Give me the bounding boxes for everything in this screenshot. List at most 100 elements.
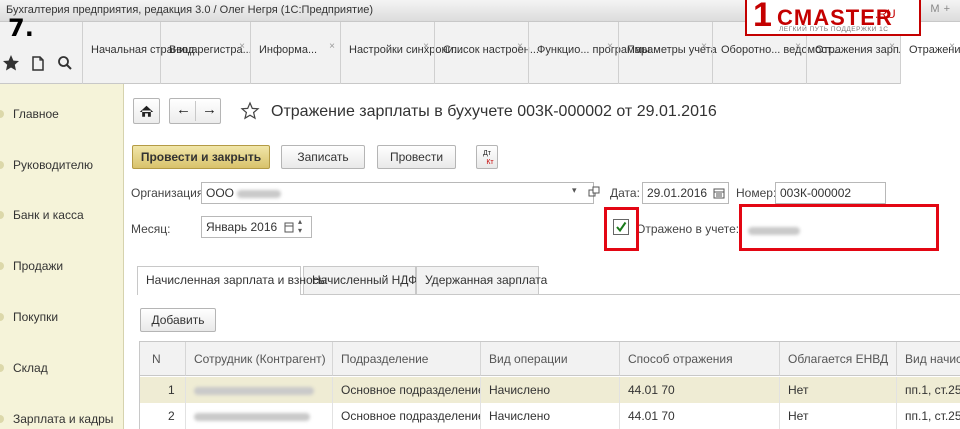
tab-label: Список настроен... [443, 44, 539, 56]
column-header[interactable]: Вид начисл [897, 342, 960, 376]
tab-info[interactable]: Информа... × [250, 22, 340, 84]
calendar-icon[interactable] [713, 187, 725, 199]
post-and-close-button[interactable]: Провести и закрыть [132, 145, 270, 169]
tab-label: Информа... [259, 44, 318, 56]
accruals-table: N Сотрудник (Контрагент) Подразделение В… [139, 341, 960, 429]
cell-operation: Начислено [481, 403, 620, 429]
sidebar-item-label: Покупки [13, 310, 59, 324]
logo-tagline: ЛЕГКИЙ ПУТЬ ПОДДЕРЖКИ 1С [779, 26, 889, 33]
close-icon[interactable]: × [239, 40, 245, 53]
month-picker-icon[interactable] [284, 222, 294, 233]
history-icon[interactable] [27, 52, 49, 74]
month-field[interactable]: Январь 2016 [201, 216, 312, 238]
column-header[interactable]: N [140, 342, 186, 376]
bullet-icon [0, 313, 4, 321]
sidebar-item-sales[interactable]: Продажи [0, 251, 124, 281]
month-up-icon[interactable]: ▴ [298, 217, 302, 226]
logo-one: 1 [753, 0, 772, 34]
star-icon[interactable] [0, 52, 22, 74]
cell-envd: Нет [780, 377, 897, 403]
close-icon[interactable]: × [949, 40, 955, 53]
highlight-box-checkbox [604, 207, 639, 251]
organization-value: ООО [206, 186, 235, 200]
number-value: 003К-000002 [780, 186, 852, 200]
app-window: Бухгалтерия предприятия, редакция 3.0 / … [0, 0, 960, 429]
cell-method: 44.01 70 [620, 377, 780, 403]
sidebar-item-purchases[interactable]: Покупки [0, 302, 124, 332]
dt-kt-button[interactable]: Дт Кт [476, 145, 498, 169]
post-button[interactable]: Провести [377, 145, 456, 169]
column-header[interactable]: Облагается ЕНВД [780, 342, 897, 376]
close-icon[interactable]: × [517, 40, 523, 53]
redacted-text [194, 412, 310, 421]
month-down-icon[interactable]: ▾ [298, 226, 302, 235]
tab-entry[interactable]: Ввод регистра... × [160, 22, 252, 84]
table-row[interactable]: 2 Основное подразделение Начислено 44.01… [140, 403, 960, 429]
cell-kind: пп.1, ст.255 [897, 377, 960, 403]
tab-accrued-salary[interactable]: Начисленная зарплата и взносы [137, 266, 327, 295]
tab-accounting-params[interactable]: Параметры учета × [618, 22, 717, 84]
document-form: ← → Отражение зарплаты в бухучете 003К-0… [124, 84, 960, 429]
column-header[interactable]: Вид операции [481, 342, 620, 376]
cell-department: Основное подразделение [333, 403, 481, 429]
cell-employee [186, 403, 333, 429]
bullet-icon [0, 161, 4, 169]
tab-withheld-salary[interactable]: Удержанная зарплата [416, 266, 547, 294]
highlight-box-reflected [739, 204, 939, 251]
nav-divider [195, 101, 196, 121]
sidebar-item-salary[interactable]: Зарплата и кадры [0, 404, 124, 429]
close-icon[interactable]: × [607, 40, 613, 53]
close-icon[interactable]: × [701, 40, 707, 53]
cell-department: Основное подразделение [333, 377, 481, 403]
sidebar-item-label: Руководителю [13, 158, 94, 172]
bullet-icon [0, 110, 4, 118]
nav-forward-button[interactable]: → [202, 101, 217, 118]
favorite-star-icon[interactable] [240, 101, 260, 121]
tab-home[interactable]: Начальная страница [82, 22, 197, 84]
redacted-text [237, 189, 282, 198]
dt-label: Дт [483, 150, 491, 157]
sidebar-item-warehouse[interactable]: Склад [0, 353, 124, 383]
sections-panel: Главное Руководителю Банк и касса Продаж… [0, 84, 124, 429]
close-icon[interactable]: × [329, 40, 335, 53]
home-icon [139, 105, 154, 117]
search-icon[interactable] [54, 52, 76, 74]
cell-method: 44.01 70 [620, 403, 780, 429]
organization-label: Организация: [131, 186, 207, 200]
tab-settings-list[interactable]: Список настроен... × [434, 22, 539, 84]
column-header[interactable]: Подразделение [333, 342, 481, 376]
home-button[interactable] [133, 98, 160, 124]
nav-back-button[interactable]: ← [176, 101, 191, 118]
column-header[interactable]: Сотрудник (Контрагент) [186, 342, 333, 376]
sidebar-item-label: Главное [13, 107, 59, 121]
tab-sync-settings[interactable]: Настройки синхрони... × [340, 22, 463, 84]
month-value: Январь 2016 [206, 220, 278, 234]
organization-field[interactable]: ООО [201, 182, 594, 204]
save-button[interactable]: Записать [281, 145, 365, 169]
close-icon[interactable]: × [795, 40, 801, 53]
sidebar-item-main[interactable]: Главное [0, 99, 124, 129]
sidebar-item-bank[interactable]: Банк и касса [0, 200, 124, 230]
redacted-text [194, 386, 314, 395]
nav-back-forward: ← → [169, 98, 221, 124]
month-label: Месяц: [131, 222, 171, 236]
quick-tools [0, 44, 82, 84]
kt-label: Кт [486, 159, 494, 166]
add-button[interactable]: Добавить [140, 308, 216, 332]
tab-functions[interactable]: Функцио... программы × [528, 22, 650, 84]
window-title: Бухгалтерия предприятия, редакция 3.0 / … [6, 4, 374, 16]
sidebar-item-manager[interactable]: Руководителю [0, 150, 124, 180]
close-icon[interactable]: × [423, 40, 429, 53]
close-icon[interactable]: × [889, 40, 895, 53]
dropdown-arrow-icon[interactable]: ▾ [572, 185, 577, 196]
logo-domain: .RU [875, 7, 896, 21]
date-value: 29.01.2016 [647, 186, 708, 200]
open-link-icon[interactable] [587, 185, 601, 199]
bullet-icon [0, 364, 4, 372]
column-header[interactable]: Способ отражения [620, 342, 780, 376]
cmaster-logo: 1 CMASTER .RU ЛЕГКИЙ ПУТЬ ПОДДЕРЖКИ 1С [745, 0, 921, 36]
table-row[interactable]: 1 Основное подразделение Начислено 44.01… [140, 377, 960, 403]
number-field[interactable]: 003К-000002 [775, 182, 886, 204]
step-number: 7. [8, 14, 34, 42]
sidebar-item-label: Продажи [13, 259, 64, 273]
